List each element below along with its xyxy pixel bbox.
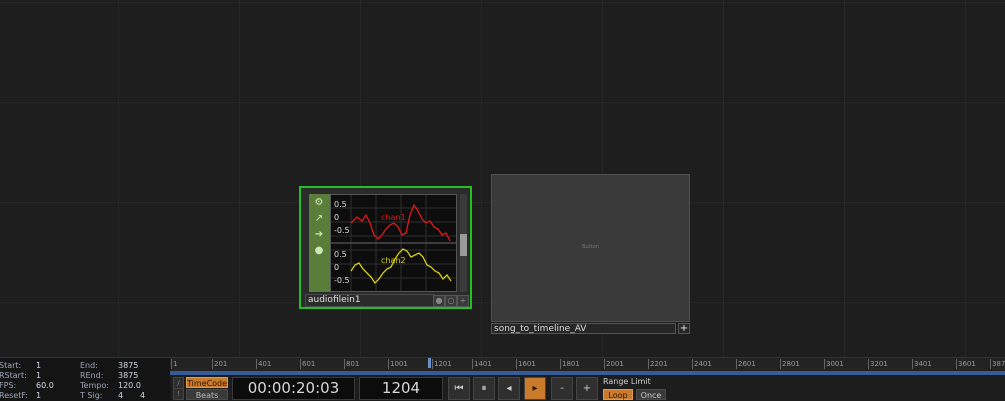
end-label: End:	[80, 361, 98, 370]
tick-top-2: -0.5	[334, 226, 350, 235]
end-value[interactable]: 3875	[118, 361, 138, 370]
play-button[interactable]: ▸	[524, 377, 546, 400]
tsig-num[interactable]: 4	[118, 391, 123, 400]
graph-scrollbar[interactable]	[460, 194, 467, 292]
chan2-label: chan2	[381, 256, 406, 265]
tsig-label: T Sig:	[80, 391, 103, 400]
fps-value[interactable]: 60.0	[36, 381, 54, 390]
ruler-tick: 2401	[692, 359, 712, 369]
start-label: Start:	[0, 361, 22, 370]
rend-label: REnd:	[80, 371, 104, 380]
node-side-bar: ⚙ ↗ ➔ ●	[309, 194, 330, 292]
chan1-label: chan1	[381, 213, 406, 222]
node-name[interactable]: song_to_timeline_AV	[491, 323, 676, 334]
scroll-thumb[interactable]	[460, 234, 467, 256]
node-flag-1[interactable]: ○	[445, 295, 457, 307]
range-limit-label: Range Limit	[603, 377, 651, 386]
ruler-tick: 1801	[560, 359, 580, 369]
beats-button[interactable]: Beats	[186, 389, 228, 400]
ruler-tick: 1	[171, 359, 178, 369]
ruler-tick: 3601	[956, 359, 976, 369]
rstart-label: RStart:	[0, 371, 27, 380]
gear-icon[interactable]: ⚙	[312, 196, 326, 210]
rend-value[interactable]: 3875	[118, 371, 138, 380]
start-value[interactable]: 1	[36, 361, 41, 370]
tick-bottom-0: 0.5	[334, 250, 347, 259]
timecode-display[interactable]: 00:00:20:03	[232, 377, 355, 400]
ruler-tick: 801	[344, 359, 360, 369]
graph-icon[interactable]: ↗	[312, 212, 326, 226]
frame-plus-button[interactable]: +	[576, 377, 598, 400]
once-button[interactable]: Once	[636, 389, 666, 400]
pause-button[interactable]: ⏸	[473, 377, 495, 400]
ruler-tick: 387	[990, 359, 1005, 369]
button-view-label: Button	[582, 244, 599, 250]
fps-label: FPS:	[0, 381, 17, 390]
timeline-bar: Start: 1 RStart: 1 FPS: 60.0 ResetF: 1 E…	[0, 357, 1005, 401]
ruler-tick: 3201	[868, 359, 888, 369]
tick-bottom-2: -0.5	[334, 276, 350, 285]
ruler-tick: 2601	[736, 359, 756, 369]
ruler-tick: 201	[212, 359, 228, 369]
node-flag-0[interactable]: ●	[433, 295, 445, 307]
ruler-tick: 1001	[388, 359, 408, 369]
timecode-button[interactable]: TimeCode	[186, 377, 228, 388]
ruler-tick: 2001	[604, 359, 624, 369]
tempo-value[interactable]: 120.0	[118, 381, 141, 390]
ruler-tick: 1201	[432, 359, 452, 369]
add-button[interactable]: +	[678, 323, 690, 334]
step-back-button[interactable]: ◂	[498, 377, 520, 400]
ruler-tick: 2801	[780, 359, 800, 369]
rstart-value[interactable]: 1	[36, 371, 41, 380]
timeline-info: Start: 1 RStart: 1 FPS: 60.0 ResetF: 1 E…	[0, 358, 170, 401]
tick-top-0: 0.5	[334, 200, 347, 209]
ruler-tick: 1601	[516, 359, 536, 369]
ruler-tick: 401	[256, 359, 272, 369]
resetf-label: ResetF:	[0, 391, 29, 400]
mini-info-icon[interactable]: !	[173, 388, 184, 400]
song-to-timeline-node[interactable]: Button song_to_timeline_AV +	[491, 174, 690, 334]
loop-button[interactable]: Loop	[603, 389, 633, 400]
resetf-value[interactable]: 1	[36, 391, 41, 400]
person-icon[interactable]: ●	[312, 244, 326, 258]
ruler-tick: 601	[300, 359, 316, 369]
audiofilein-node[interactable]: ⚙ ↗ ➔ ● 0.5 0 -0.5 0.5 0 -0.5 chan1 chan…	[299, 186, 472, 309]
arrow-right-icon[interactable]: ➔	[312, 228, 326, 242]
timeline-controls: / ! TimeCode Beats 00:00:20:03 1204 ⏮ ⏸ …	[170, 375, 1005, 401]
timeline-ruler[interactable]: 1 201 401 601 801 1001 1201 1401 1601 18…	[170, 358, 1005, 372]
frame-minus-button[interactable]: -	[551, 377, 573, 400]
node-flag-2[interactable]: +	[457, 295, 469, 307]
node-name[interactable]: audiofilein1	[305, 294, 434, 307]
tempo-label: Tempo:	[80, 381, 109, 390]
ruler-tick: 3001	[824, 359, 844, 369]
button-viewer[interactable]: Button	[491, 174, 690, 322]
frame-display[interactable]: 1204	[359, 377, 443, 400]
tsig-den[interactable]: 4	[140, 391, 145, 400]
rewind-button[interactable]: ⏮	[448, 377, 470, 400]
playhead[interactable]	[428, 358, 431, 368]
tick-bottom-1: 0	[334, 263, 339, 272]
tick-top-1: 0	[334, 213, 339, 222]
ruler-tick: 2201	[648, 359, 668, 369]
ruler-tick: 1401	[472, 359, 492, 369]
ruler-tick: 3401	[912, 359, 932, 369]
channel-graph: 0.5 0 -0.5 0.5 0 -0.5 chan1 chan2	[330, 194, 457, 292]
